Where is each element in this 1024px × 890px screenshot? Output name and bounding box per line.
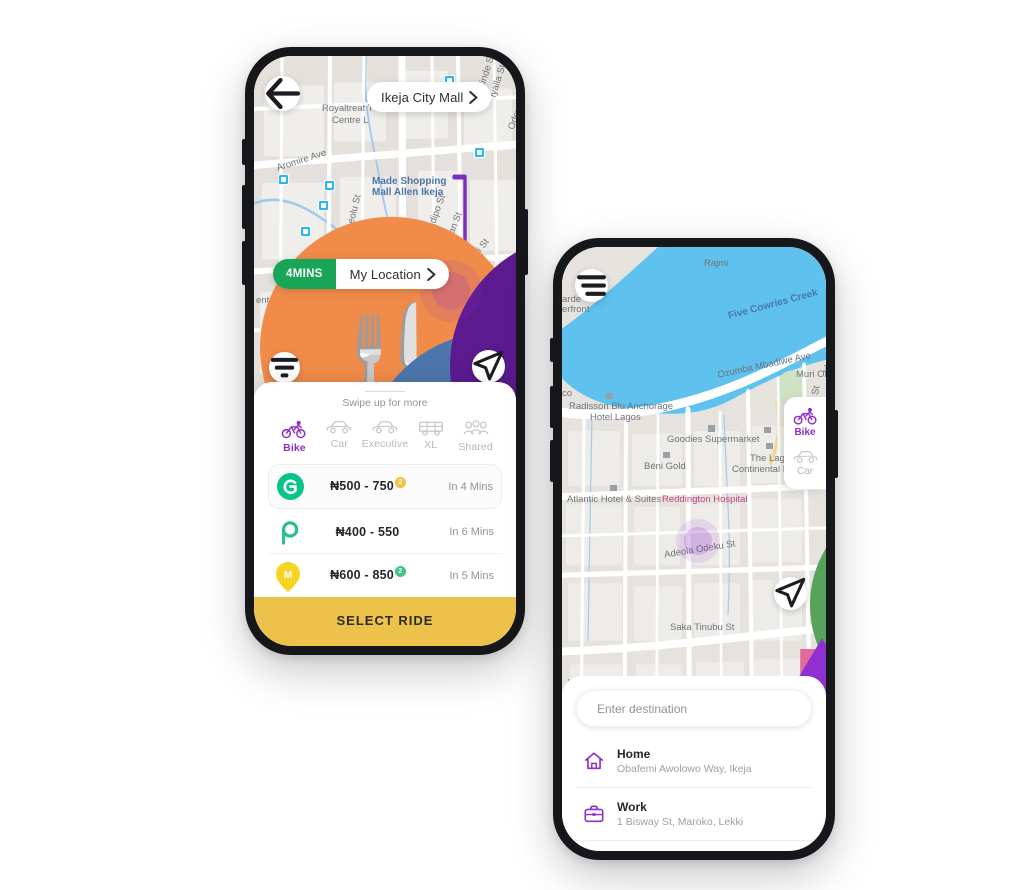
ride-price: ₦500 - 750 2: [304, 477, 439, 494]
ride-options-sheet: Swipe up for more Bike Car Executive XL: [254, 382, 516, 646]
ride-tab-label: Bike: [283, 442, 306, 454]
eta-badge: 4MINS: [273, 259, 336, 289]
ride-tab-bike[interactable]: Bike: [272, 420, 317, 454]
back-button[interactable]: [265, 76, 300, 111]
phone-a-volume-up[interactable]: [242, 185, 246, 229]
ride-eta: In 5 Mins: [449, 569, 494, 582]
supermarket-poi-icon: [708, 425, 715, 432]
ride-tab-label: XL: [424, 439, 438, 452]
ride-tab-executive[interactable]: Executive: [362, 420, 408, 454]
favourite-place-row[interactable]: Home Obafemi Awolowo Way, Ikeja: [576, 735, 812, 788]
offer-badge: 2: [394, 566, 406, 577]
car-icon: [326, 421, 352, 434]
gokada-logo: [277, 473, 304, 500]
destination-search-input[interactable]: Enter destination: [576, 690, 812, 727]
ride-price: ₦400 - 550: [303, 525, 440, 539]
filter-button[interactable]: [269, 352, 300, 383]
chevron-right-icon: [427, 267, 449, 281]
ride-tab-label: Shared: [458, 441, 493, 454]
hotel-poi-icon: [606, 393, 613, 399]
ride-offer-row[interactable]: ₦400 - 550 In 6 Mins: [268, 511, 502, 554]
phone-a-device: Royaltreat T Centre L Aromire Ave Made Shop…: [242, 47, 528, 655]
bike-icon: [793, 407, 817, 425]
hotel-poi-icon: [766, 443, 773, 449]
ride-brand-logo: [276, 519, 303, 546]
rail-item-car[interactable]: Car: [792, 450, 818, 477]
hamburger-menu-icon: [577, 275, 606, 296]
ride-eta: In 6 Mins: [449, 526, 494, 538]
ride-price: ₦600 - 850 2: [303, 566, 440, 583]
destination-panel: Enter destination Home Obafemi Awolowo W…: [562, 676, 826, 851]
briefcase-icon: [584, 805, 604, 823]
opay-logo: [281, 520, 299, 545]
ride-price-value: ₦600 - 850: [330, 568, 394, 582]
hotel-poi-icon: [610, 485, 617, 491]
offer-badge: 2: [394, 477, 406, 488]
arrow-left-icon: [266, 77, 300, 110]
shop-poi-icon: [764, 427, 771, 433]
recenter-button[interactable]: [472, 350, 505, 383]
home-icon: [584, 752, 604, 770]
phone-b-device: Rajmi arde erfront Five Cowries Creek Ozumba…: [550, 238, 838, 860]
shared-people-icon: [463, 420, 488, 435]
van-icon: [418, 422, 443, 436]
phone-a-power-button[interactable]: [524, 209, 528, 275]
rail-item-label: Car: [796, 466, 814, 477]
phone-b-volume-up[interactable]: [550, 386, 554, 428]
ride-brand-logo: M: [276, 562, 303, 592]
ride-category-tabs: Bike Car Executive XL Shared: [254, 409, 516, 458]
rail-item-bike[interactable]: Bike: [793, 407, 818, 438]
destination-label: Ikeja City Mall: [381, 89, 464, 105]
ride-tab-car[interactable]: Car: [317, 420, 362, 454]
navigate-arrow-icon: [775, 577, 806, 608]
screenshot-canvas: Royaltreat T Centre L Aromire Ave Made Shop…: [0, 0, 1024, 890]
phone-b-mute-switch[interactable]: [550, 338, 554, 362]
phone-a-mute-switch[interactable]: [242, 139, 246, 165]
menu-button[interactable]: [575, 269, 608, 302]
ride-brand-logo: [277, 473, 304, 500]
car-icon: [792, 451, 817, 463]
my-location-label: My Location: [349, 266, 421, 282]
ride-offer-row[interactable]: M ₦600 - 850 2 In 5 Mins: [268, 554, 502, 597]
favourites-list: Home Obafemi Awolowo Way, Ikeja Work 1 B…: [576, 735, 812, 841]
recenter-button[interactable]: [774, 577, 807, 610]
destination-pill[interactable]: Ikeja City Mall: [367, 82, 492, 112]
shop-poi-icon: [663, 452, 670, 458]
bike-icon: [282, 421, 306, 439]
favourite-place-row[interactable]: Work 1 Bisway St, Maroko, Lekki: [576, 788, 812, 841]
ride-tab-label: Executive: [361, 437, 409, 450]
ride-tab-label: Car: [330, 437, 348, 450]
destination-placeholder: Enter destination: [597, 701, 688, 716]
phone-b-volume-down[interactable]: [550, 440, 554, 482]
vehicle-type-rail: Bike Car: [784, 397, 826, 489]
ride-tab-xl[interactable]: XL: [408, 420, 453, 454]
rail-item-label: Bike: [794, 427, 816, 438]
ride-price-value: ₦500 - 750: [330, 479, 394, 493]
ride-eta: In 4 Mins: [448, 480, 493, 493]
ride-offer-row[interactable]: ₦500 - 750 2 In 4 Mins: [268, 464, 502, 509]
ride-price-value: ₦400 - 550: [335, 525, 400, 539]
filter-icon: [270, 357, 299, 378]
favourite-title: Home: [617, 747, 651, 761]
phone-a-screen: Royaltreat T Centre L Aromire Ave Made Shop…: [254, 56, 516, 646]
phone-b-power-button[interactable]: [834, 410, 838, 478]
svg-text:M: M: [284, 570, 292, 581]
select-ride-button[interactable]: SELECT RIDE: [254, 597, 516, 646]
favourite-subtitle: 1 Bisway St, Maroko, Lekki: [617, 816, 744, 829]
my-location-pill[interactable]: 4MINS My Location: [273, 259, 449, 289]
favourite-text: Home Obafemi Awolowo Way, Ikeja: [617, 746, 752, 777]
ride-tab-shared[interactable]: Shared: [453, 420, 498, 454]
swipe-hint: Swipe up for more: [342, 397, 428, 410]
executive-car-icon: [372, 421, 398, 434]
maxng-logo: M: [276, 562, 300, 592]
phone-a-volume-down[interactable]: [242, 241, 246, 285]
navigate-arrow-icon: [473, 350, 504, 381]
chevron-right-icon: [469, 90, 491, 104]
favourite-subtitle: Obafemi Awolowo Way, Ikeja: [617, 763, 752, 776]
favourite-text: Work 1 Bisway St, Maroko, Lekki: [617, 799, 743, 830]
favourite-title: Work: [617, 799, 647, 814]
phone-b-screen: Rajmi arde erfront Five Cowries Creek Ozumba…: [562, 247, 826, 851]
ride-offers-list: ₦500 - 750 2 In 4 Mins ₦400 - 550 In 6 Mins…: [254, 458, 516, 597]
